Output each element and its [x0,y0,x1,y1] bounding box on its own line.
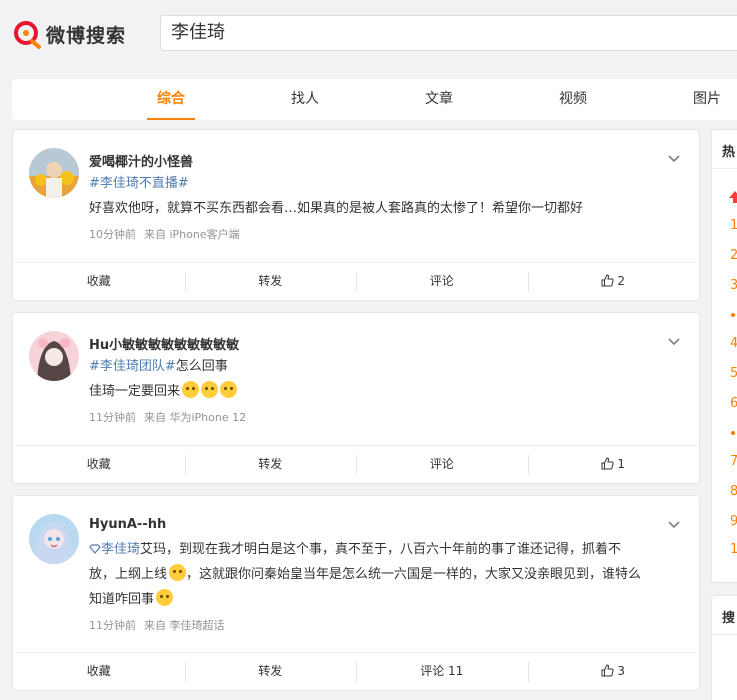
like-button[interactable]: 2 [527,263,700,300]
post-meta: 10分钟前 来自 iPhone客户端 [89,226,240,242]
search-panel: 搜 [711,595,737,700]
post-text: 佳琦一定要回来 [89,384,181,399]
like-button[interactable]: 1 [527,446,700,483]
super-topic-icon [89,544,101,554]
topic-tag[interactable]: #李佳琦团队# [89,359,176,374]
hot-rank-number: 5 [730,366,737,381]
post-card: 爱喝椰汁的小怪兽 #李佳琦不直播# 好喜欢他呀，就算不买东西都会看…如果真的是被… [12,129,700,301]
hot-rank-number: 1 [730,218,737,233]
post-source: 来自 华为iPhone 12 [144,411,247,424]
magnifier-logo-icon [12,18,44,50]
hot-rank-dot [731,313,735,317]
post-text-line: 放，上纲上线 ，这就跟你问秦始皇当年是怎么统一六国是一样的，大家又没亲眼见到，谁特… [89,562,689,588]
avatar[interactable] [29,148,79,198]
tab-articles[interactable]: 文章 [410,79,468,120]
topic-tag[interactable]: #李佳琦不直播# [89,176,189,191]
header: 微博搜索 李佳琦 [0,0,737,66]
pleading-emoji-icon [201,381,219,398]
post-text-line: #李佳琦团队#怎么回事 [89,354,689,380]
post-actions: 收藏 转发 评论 11 3 [13,652,699,690]
chevron-down-icon[interactable] [667,335,681,349]
hot-rank-number: 2 [730,248,737,263]
post-text-line: #李佳琦不直播# [89,171,689,197]
super-topic-link[interactable]: 李佳琦 [101,542,140,557]
comment-button[interactable]: 评论 [356,263,528,300]
repost-button[interactable]: 转发 [184,653,357,690]
post-text-line: 李佳琦艾玛，到现在我才明白是这个事，真不至于，八百六十年前的事了谁还记得，抓着不 [89,537,689,563]
shush-emoji-icon [169,564,187,581]
comment-button[interactable]: 评论 11 [356,653,528,690]
thumbs-up-icon [601,274,614,287]
post-card: HyunA--hh 李佳琦艾玛，到现在我才明白是这个事，真不至于，八百六十年前的… [12,495,700,691]
tab-users[interactable]: 找人 [276,79,334,120]
post-actions: 收藏 转发 评论 1 [13,445,699,483]
post-text: 放，上纲上线 [89,567,168,582]
like-button[interactable]: 3 [527,653,700,690]
post-text-line: 知道咋回事 [89,587,689,613]
weibo-search-logo[interactable]: 微博搜索 [12,18,126,50]
thinking-emoji-icon [156,589,174,606]
favorite-button[interactable]: 收藏 [13,263,185,300]
favorite-button[interactable]: 收藏 [13,446,185,483]
repost-button[interactable]: 转发 [184,446,357,483]
post-text: 艾玛，到现在我才明白是这个事，真不至于，八百六十年前的事了谁还记得，抓着不 [140,542,622,557]
username[interactable]: Hu小敏敏敏敏敏敏敏敏敏 [89,334,239,353]
username[interactable]: 爱喝椰汁的小怪兽 [89,151,193,170]
pleading-emoji-icon [220,381,238,398]
hot-rank-number: 4 [730,336,737,351]
post-text-line: 佳琦一定要回来 [89,379,689,405]
post-source: 来自 iPhone客户端 [144,228,240,241]
comment-button[interactable]: 评论 [356,446,528,483]
tab-images[interactable]: 图片 [678,79,736,120]
hot-rank-number: 8 [730,484,737,499]
search-input[interactable]: 李佳琦 [160,15,737,51]
post-text: 怎么回事 [175,359,228,374]
avatar[interactable] [29,331,79,381]
hot-rank-number: 3 [730,278,737,293]
pleading-emoji-icon [182,381,200,398]
tab-videos[interactable]: 视频 [544,79,602,120]
username[interactable]: HyunA--hh [89,517,166,532]
hot-search-title: 热 [722,145,736,160]
like-count: 1 [617,457,626,471]
chevron-down-icon[interactable] [667,518,681,532]
hot-rank-number: 10 [730,542,737,557]
tab-comprehensive[interactable]: 综合 [142,79,200,120]
search-panel-title: 搜 [722,611,736,626]
thumbs-up-icon [601,457,614,470]
chevron-down-icon[interactable] [667,152,681,166]
logo-text: 微博搜索 [46,24,127,47]
post-actions: 收藏 转发 评论 2 [13,262,699,300]
pinned-top-icon [729,191,737,203]
post-source[interactable]: 来自 李佳琦超话 [144,619,225,632]
thumbs-up-icon [601,664,614,677]
like-count: 3 [617,664,626,678]
post-meta: 11分钟前 来自 华为iPhone 12 [89,409,246,425]
like-count: 2 [617,274,626,288]
post-meta: 11分钟前 来自 李佳琦超话 [89,617,225,633]
post-text: 知道咋回事 [89,592,155,607]
post-time[interactable]: 11分钟前 [89,619,136,632]
hot-rank-dot [731,431,735,435]
avatar[interactable] [29,514,79,564]
hot-rank-number: 9 [730,514,737,529]
search-tabs: 综合 找人 文章 视频 图片 [12,79,737,120]
post-text-line: 好喜欢他呀，就算不买东西都会看…如果真的是被人套路真的太惨了！希望你一切都好 [89,201,584,216]
post-time[interactable]: 10分钟前 [89,228,136,241]
repost-button[interactable]: 转发 [184,263,357,300]
post-text: ，这就跟你问秦始皇当年是怎么统一六国是一样的，大家又没亲眼见到，谁特么 [186,567,642,582]
post-card: Hu小敏敏敏敏敏敏敏敏敏 #李佳琦团队#怎么回事 佳琦一定要回来 11分钟前 来自… [12,312,700,484]
hot-rank-number: 6 [730,396,737,411]
post-time[interactable]: 11分钟前 [89,411,136,424]
hot-search-panel: 热 1 2 3 4 5 6 7 8 9 10 [711,129,737,583]
hot-rank-number: 7 [730,454,737,469]
favorite-button[interactable]: 收藏 [13,653,185,690]
